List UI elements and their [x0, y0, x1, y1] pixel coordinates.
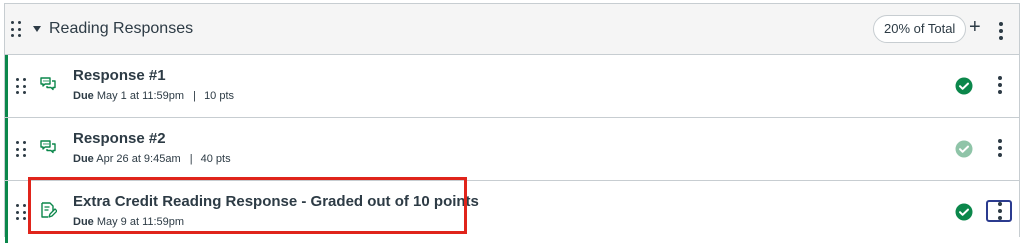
due-label: Due — [73, 153, 94, 165]
published-indicator-bar — [5, 118, 8, 180]
published-check-icon[interactable] — [955, 203, 973, 221]
more-options-icon[interactable] — [998, 139, 1002, 157]
assignment-row-response-1[interactable]: Response #1 Due May 1 at 11:59pm | 10 pt… — [5, 55, 1019, 118]
group-title[interactable]: Reading Responses — [49, 20, 193, 38]
assignment-group: Reading Responses 20% of Total + Respons… — [4, 3, 1020, 243]
due-date: May 1 at 11:59pm — [96, 90, 185, 102]
discussion-icon — [40, 140, 56, 154]
collapse-caret-icon[interactable] — [33, 26, 41, 32]
points: 40 pts — [200, 153, 231, 165]
assignment-title-link[interactable]: Response #1 — [73, 67, 166, 84]
group-weight-badge: 20% of Total — [873, 15, 967, 43]
drag-handle-icon[interactable] — [16, 141, 26, 157]
drag-handle-icon[interactable] — [16, 204, 26, 220]
assignment-row-response-2[interactable]: Response #2 Due Apr 26 at 9:45am | 40 pt… — [5, 118, 1019, 181]
assignment-meta: Due May 9 at 11:59pm — [73, 216, 184, 228]
assignment-row-extra-credit[interactable]: Extra Credit Reading Response - Graded o… — [5, 181, 1019, 243]
drag-handle-icon[interactable] — [16, 78, 26, 94]
more-options-icon[interactable] — [998, 202, 1002, 220]
group-drag-handle-icon[interactable] — [11, 21, 21, 37]
assignment-edit-icon — [41, 202, 57, 218]
published-check-icon[interactable] — [955, 140, 973, 158]
assignment-group-header[interactable]: Reading Responses 20% of Total + — [5, 4, 1019, 55]
published-check-icon[interactable] — [955, 77, 973, 95]
more-options-icon[interactable] — [998, 76, 1002, 94]
discussion-icon — [40, 77, 56, 91]
published-indicator-bar — [5, 55, 8, 117]
group-more-options-icon[interactable] — [999, 22, 1003, 40]
due-date: Apr 26 at 9:45am — [96, 153, 181, 165]
add-assignment-plus-icon[interactable]: + — [969, 16, 981, 38]
due-date: May 9 at 11:59pm — [96, 216, 185, 228]
meta-separator: | — [189, 153, 193, 165]
assignment-title-link[interactable]: Extra Credit Reading Response - Graded o… — [73, 193, 479, 210]
points: 10 pts — [204, 90, 235, 102]
published-indicator-bar — [5, 181, 8, 243]
assignment-title-link[interactable]: Response #2 — [73, 130, 166, 147]
assignment-meta: Due May 1 at 11:59pm | 10 pts — [73, 90, 234, 102]
due-label: Due — [73, 216, 94, 228]
due-label: Due — [73, 90, 94, 102]
meta-separator: | — [193, 90, 196, 102]
assignment-meta: Due Apr 26 at 9:45am | 40 pts — [73, 153, 231, 165]
